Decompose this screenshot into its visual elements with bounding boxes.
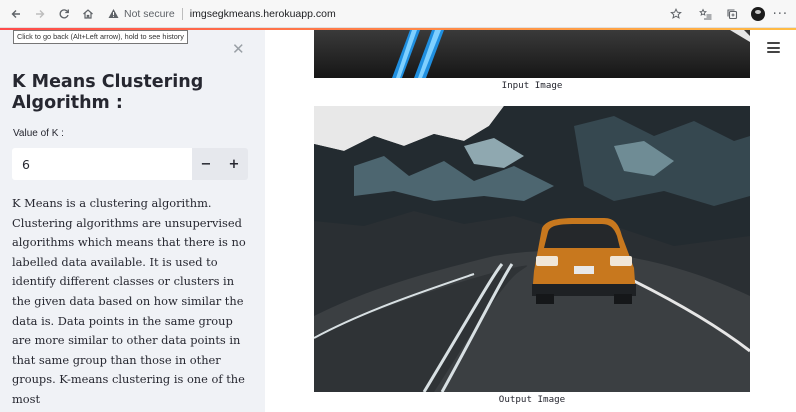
address-divider — [181, 7, 183, 20]
forward-arrow-icon[interactable] — [28, 2, 52, 26]
back-arrow-icon[interactable] — [4, 2, 28, 26]
sidebar-title: K Means Clustering Algorithm : — [12, 72, 204, 113]
output-image — [314, 106, 750, 392]
security-label: Not secure — [124, 7, 175, 20]
address-bar[interactable]: Not secure imgsegkmeans.herokuapp.com — [108, 4, 688, 24]
decrement-button[interactable]: − — [192, 148, 220, 180]
url-text[interactable]: imgsegkmeans.herokuapp.com — [190, 8, 336, 20]
browser-toolbar: Not secure imgsegkmeans.herokuapp.com ··… — [0, 0, 796, 28]
reload-icon[interactable] — [52, 2, 76, 26]
warning-icon[interactable] — [108, 8, 119, 19]
collections-icon[interactable] — [719, 2, 745, 26]
menu-icon[interactable] — [767, 42, 780, 53]
increment-button[interactable]: + — [220, 148, 248, 180]
k-number-input[interactable]: 6 — [12, 148, 192, 180]
more-icon[interactable]: ··· — [773, 7, 788, 22]
profile-avatar[interactable] — [750, 7, 765, 21]
star-icon[interactable] — [663, 2, 689, 26]
algorithm-description: K Means is a clustering algorithm. Clust… — [12, 196, 246, 406]
main-content: Input Image Output Image — [265, 30, 796, 412]
back-tooltip: Click to go back (Alt+Left arrow), hold … — [13, 30, 188, 44]
input-image-caption: Input Image — [501, 80, 563, 91]
k-value-label: Value of K : — [13, 128, 64, 139]
output-image-caption: Output Image — [498, 394, 566, 405]
input-image — [314, 30, 750, 78]
reading-list-icon[interactable] — [693, 2, 719, 26]
home-icon[interactable] — [76, 2, 100, 26]
close-icon[interactable]: ✕ — [232, 40, 245, 58]
